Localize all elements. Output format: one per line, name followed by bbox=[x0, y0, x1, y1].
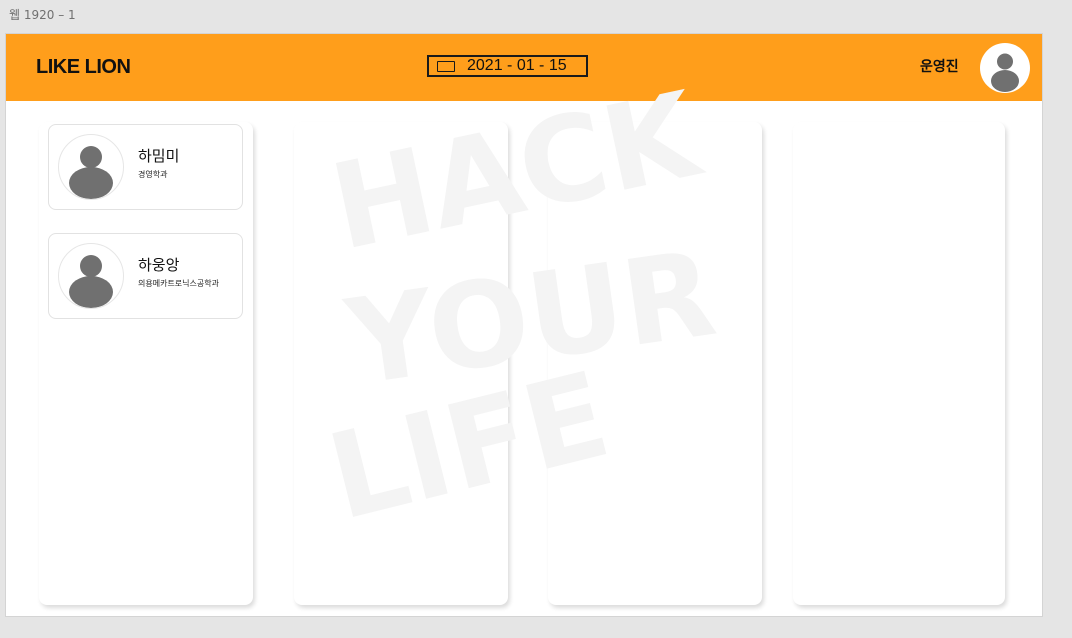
member-card[interactable]: 하웅앙 의용메카트로닉스공학과 bbox=[48, 233, 243, 319]
member-name: 하밈미 bbox=[138, 147, 180, 165]
user-avatar[interactable] bbox=[980, 43, 1030, 93]
user-name: 운영진 bbox=[920, 59, 959, 75]
person-silhouette-icon bbox=[69, 146, 113, 199]
artboard-label: 웹 1920 – 1 bbox=[9, 8, 76, 22]
person-silhouette-icon bbox=[991, 53, 1019, 92]
member-name: 하웅앙 bbox=[138, 256, 180, 274]
board-column-4 bbox=[793, 122, 1005, 605]
member-department: 경영학과 bbox=[138, 170, 168, 179]
date-text: 2021 - 01 - 15 bbox=[467, 57, 567, 74]
member-department: 의용메카트로닉스공학과 bbox=[138, 279, 219, 288]
board-column-2 bbox=[294, 122, 508, 605]
person-silhouette-icon bbox=[69, 255, 113, 308]
board-column-3 bbox=[548, 122, 762, 605]
date-display[interactable]: 2021 - 01 - 15 bbox=[427, 55, 588, 77]
member-card[interactable]: 하밈미 경영학과 bbox=[48, 124, 243, 210]
header-bar: LIKE LION 2021 - 01 - 15 운영진 bbox=[6, 34, 1042, 101]
member-avatar bbox=[58, 134, 124, 200]
member-avatar bbox=[58, 243, 124, 309]
logo[interactable]: LIKE LION bbox=[36, 56, 131, 79]
calendar-icon bbox=[437, 60, 455, 72]
artboard: LIKE LION 2021 - 01 - 15 운영진 HACK YOUR L… bbox=[5, 33, 1043, 617]
